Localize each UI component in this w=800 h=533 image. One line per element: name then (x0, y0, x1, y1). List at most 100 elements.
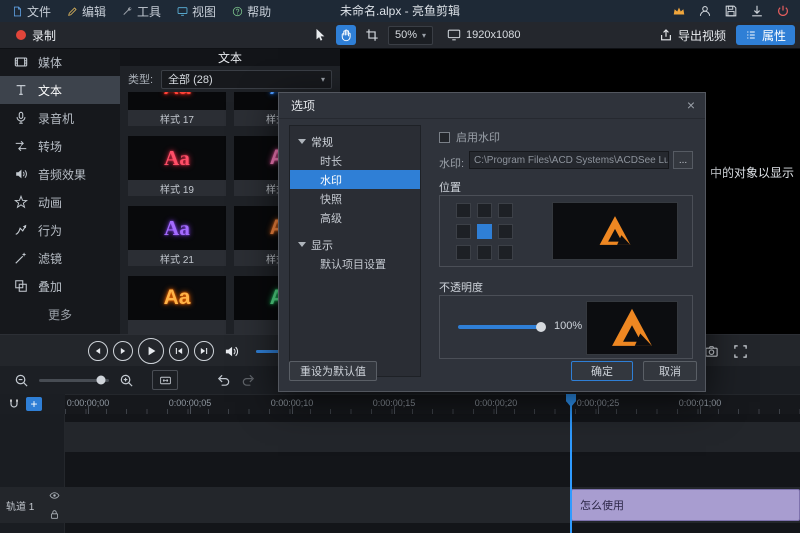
zoom-level-select[interactable]: 50%▾ (388, 26, 433, 45)
menu-item-edit[interactable]: 编辑 (59, 0, 114, 22)
tree-item[interactable]: 水印 (290, 170, 420, 189)
play-button[interactable] (138, 338, 164, 364)
dialog-titlebar: 选项 × (279, 93, 705, 119)
timeline-zoom-slider[interactable] (39, 379, 109, 382)
position-group-label: 位置 (439, 179, 461, 195)
sidebar-item-transition[interactable]: 转场 (0, 132, 120, 160)
sidebar-item-audio[interactable]: 音频效果 (0, 160, 120, 188)
position-cell[interactable] (498, 203, 513, 218)
ruler-tick (394, 405, 395, 414)
tree-group[interactable]: 显示 (290, 235, 420, 254)
menu-item-view[interactable]: 视图 (169, 0, 224, 22)
tools-icon (122, 6, 133, 17)
chevron-down-icon: ▾ (422, 31, 426, 40)
file-icon (12, 6, 23, 17)
enable-watermark-checkbox[interactable] (439, 132, 450, 143)
fullscreen-icon[interactable] (733, 344, 748, 359)
volume-button[interactable] (219, 341, 243, 361)
position-cell[interactable] (477, 245, 492, 260)
menu-bar: 文件编辑工具视图帮助 未命名.alpx - 亮鱼剪辑 (0, 0, 800, 22)
dialog-title: 选项 (291, 97, 315, 114)
sidebar-item-text[interactable]: 文本 (0, 76, 120, 104)
prev-frame-button[interactable] (88, 341, 108, 361)
track-lock-toggle[interactable] (49, 509, 60, 520)
sidebar-item-more[interactable]: 更多 (0, 300, 120, 328)
filter-icon (14, 251, 28, 265)
tree-item[interactable]: 高级 (290, 208, 420, 227)
position-cell[interactable] (456, 245, 471, 260)
sidebar-item-animation[interactable]: 动画 (0, 188, 120, 216)
select-tool-button[interactable] (310, 25, 330, 45)
undo-button[interactable] (216, 373, 231, 388)
style-name-label: 样式 21 (128, 250, 226, 266)
add-track-button[interactable]: + (26, 397, 42, 411)
menu-item-help[interactable]: 帮助 (224, 0, 279, 22)
reset-defaults-button[interactable]: 重设为默认值 (289, 361, 377, 381)
tree-item[interactable]: 默认项目设置 (290, 254, 420, 273)
position-cell[interactable] (477, 203, 492, 218)
export-video-button[interactable]: 导出视频 (659, 27, 726, 44)
cancel-button[interactable]: 取消 (643, 361, 697, 381)
properties-button[interactable]: 属性 (736, 25, 795, 45)
tree-group[interactable]: 常规 (290, 132, 420, 151)
track-header: 轨道 1 (0, 487, 65, 523)
help-icon (232, 6, 243, 17)
close-icon[interactable]: × (687, 97, 695, 113)
jump-start-button[interactable] (169, 341, 189, 361)
opacity-slider-knob[interactable] (536, 322, 546, 332)
menu-item-tools[interactable]: 工具 (114, 0, 169, 22)
track-lane (0, 422, 800, 452)
snap-magnet-icon[interactable] (8, 398, 20, 410)
next-frame-button[interactable] (113, 341, 133, 361)
playhead[interactable] (570, 394, 572, 533)
audio-icon (14, 167, 28, 181)
watermark-opacity-preview (586, 301, 678, 355)
options-dialog: 选项 × 常规时长水印快照高级显示默认项目设置 启用水印 水印: C:\Prog… (278, 92, 706, 392)
user-icon[interactable] (698, 4, 712, 18)
position-cell[interactable] (456, 224, 471, 239)
timeline-ruler[interactable]: 0:00:00;000:00:00;050:00:00;100:00:00;15… (0, 394, 800, 414)
tree-item[interactable]: 快照 (290, 189, 420, 208)
redo-button[interactable] (241, 373, 256, 388)
download-icon[interactable] (750, 4, 764, 18)
position-cell[interactable] (498, 245, 513, 260)
crop-tool-button[interactable] (362, 25, 382, 45)
zoom-out-icon[interactable] (14, 373, 29, 388)
watermark-path-input[interactable]: C:\Program Files\ACD Systems\ACDSee Lux (469, 151, 669, 169)
opacity-slider[interactable] (458, 325, 542, 329)
overlay-icon (14, 279, 28, 293)
timeline-clip[interactable]: 怎么使用 (571, 489, 800, 521)
power-icon[interactable] (776, 4, 790, 18)
record-button[interactable]: 录制 (10, 22, 62, 48)
text-style-tile[interactable]: Aa样式 19 (128, 136, 226, 196)
type-filter-select[interactable]: 全部 (28)▾ (161, 70, 332, 89)
sidebar-item-behavior[interactable]: 行为 (0, 216, 120, 244)
expand-arrow-icon (298, 139, 306, 144)
text-style-tile[interactable]: Aa (128, 276, 226, 334)
zoom-slider-knob[interactable] (96, 376, 105, 385)
tree-item[interactable]: 时长 (290, 151, 420, 170)
sidebar-item-mic[interactable]: 录音机 (0, 104, 120, 132)
position-cell[interactable] (456, 203, 471, 218)
ok-button[interactable]: 确定 (571, 361, 633, 381)
snapshot-icon[interactable] (704, 344, 719, 359)
hand-tool-button[interactable] (336, 25, 356, 45)
fit-timeline-button[interactable] (152, 370, 178, 390)
crown-icon[interactable] (672, 4, 686, 18)
save-icon[interactable] (724, 4, 738, 18)
menu-item-file[interactable]: 文件 (4, 0, 59, 22)
position-cell[interactable] (498, 224, 513, 239)
sidebar-item-overlay[interactable]: 叠加 (0, 272, 120, 300)
tab-text[interactable]: 文本 (120, 48, 340, 66)
jump-end-button[interactable] (194, 341, 214, 361)
sidebar-item-media[interactable]: 媒体 (0, 48, 120, 76)
text-style-tile[interactable]: Aa样式 21 (128, 206, 226, 266)
expand-arrow-icon (298, 242, 306, 247)
enable-watermark-row[interactable]: 启用水印 (439, 129, 500, 145)
track-visibility-toggle[interactable] (49, 490, 60, 501)
sidebar-item-filter[interactable]: 滤镜 (0, 244, 120, 272)
type-label: 类型: (128, 71, 153, 87)
browse-button[interactable]: ... (673, 151, 693, 169)
position-cell[interactable] (477, 224, 492, 239)
zoom-in-icon[interactable] (119, 373, 134, 388)
